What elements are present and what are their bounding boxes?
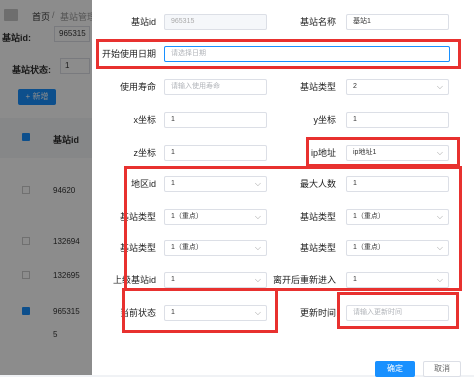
x-coordinate-label: x坐标: [133, 115, 156, 125]
highlight-box-middle-fields: [124, 166, 462, 291]
station-type-label: 基站类型: [299, 82, 336, 92]
highlight-box-update-time: [337, 292, 459, 329]
station-type-select[interactable]: 2 ⌵: [346, 79, 449, 95]
station-id-input: 965315: [164, 14, 267, 30]
z-coordinate-input[interactable]: 1: [164, 145, 267, 161]
highlight-box-start-date: [96, 39, 461, 69]
highlight-box-current-status: [122, 288, 278, 333]
station-id-label: 基站id: [130, 17, 156, 27]
lifetime-label: 使用寿命: [119, 82, 156, 92]
highlight-box-ip-address: [306, 137, 460, 167]
station-name-label: 基站名称: [299, 17, 336, 27]
z-coordinate-label: z坐标: [133, 148, 156, 158]
y-coordinate-label: y坐标: [313, 115, 336, 125]
chevron-down-icon: ⌵: [436, 82, 443, 91]
lifetime-input[interactable]: 请输入使用寿命: [164, 79, 267, 95]
x-coordinate-input[interactable]: 1: [164, 112, 267, 128]
y-coordinate-input[interactable]: 1: [346, 112, 449, 128]
station-name-input[interactable]: 基站1: [346, 14, 449, 30]
